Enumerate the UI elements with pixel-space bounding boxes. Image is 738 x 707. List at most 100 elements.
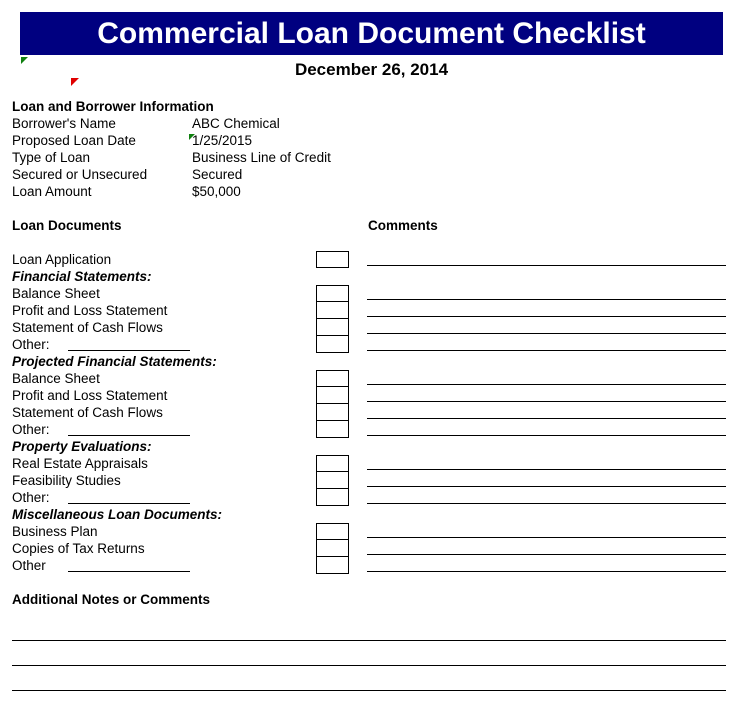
comment-marker-red-icon (71, 78, 79, 86)
loan-documents-heading: Loan Documents (12, 218, 122, 233)
checklist-item-label: Business Plan (12, 524, 98, 539)
checklist-item-label: Profit and Loss Statement (12, 303, 168, 318)
info-label: Proposed Loan Date (12, 133, 136, 148)
checklist-checkbox[interactable] (316, 336, 349, 353)
info-row: Secured or Unsecured Secured (12, 166, 512, 183)
comment-entry-line[interactable] (367, 401, 726, 402)
info-row: Type of Loan Business Line of Credit (12, 149, 512, 166)
checklist-item-label: Other: (12, 337, 50, 352)
comment-entry-line[interactable] (367, 435, 726, 436)
checklist-checkbox[interactable] (316, 472, 349, 489)
additional-notes-heading: Additional Notes or Comments (12, 592, 211, 607)
checklist-item-label: Statement of Cash Flows (12, 405, 163, 420)
checklist-checkbox[interactable] (316, 523, 349, 540)
info-value: ABC Chemical (192, 116, 280, 131)
checklist-checkbox[interactable] (316, 302, 349, 319)
note-entry-line[interactable] (12, 691, 726, 707)
other-fill-in-line[interactable] (68, 435, 190, 436)
checklist-item-label: Feasibility Studies (12, 473, 121, 488)
checklist-row: Balance Sheet (0, 370, 738, 387)
checklist-item-label: Profit and Loss Statement (12, 388, 168, 403)
checklist-checkbox[interactable] (316, 285, 349, 302)
loan-borrower-information: Loan and Borrower Information Borrower's… (12, 98, 512, 200)
info-label: Loan Amount (12, 184, 92, 199)
comment-entry-line[interactable] (367, 418, 726, 419)
checklist-row: Profit and Loss Statement (0, 387, 738, 404)
info-value: Secured (192, 167, 243, 182)
checklist-row: Business Plan (0, 523, 738, 540)
checklist-item-label: Balance Sheet (12, 286, 100, 301)
title-banner: Commercial Loan Document Checklist (20, 12, 723, 55)
checklist-row: Other (0, 557, 738, 574)
checklist-subheading: Property Evaluations: (0, 438, 738, 455)
note-entry-line[interactable] (12, 666, 726, 691)
checklist-checkbox[interactable] (316, 421, 349, 438)
additional-notes-lines (12, 616, 726, 707)
other-fill-in-line[interactable] (68, 503, 190, 504)
checklist-row: Balance Sheet (0, 285, 738, 302)
info-value: 1/25/2015 (192, 133, 253, 148)
checklist-subheading-label: Miscellaneous Loan Documents: (12, 507, 223, 522)
comment-entry-line[interactable] (367, 486, 726, 487)
document-date: December 26, 2014 (294, 60, 449, 79)
checklist-item-label: Loan Application (12, 252, 112, 267)
other-fill-in-line[interactable] (68, 571, 190, 572)
checklist-document: Commercial Loan Document Checklist Decem… (0, 0, 738, 707)
checklist-item-label: Real Estate Appraisals (12, 456, 148, 471)
checklist-checkbox[interactable] (316, 489, 349, 506)
comment-entry-line[interactable] (367, 384, 726, 385)
checklist-checkbox[interactable] (316, 540, 349, 557)
checklist-checkbox[interactable] (316, 404, 349, 421)
comment-entry-line[interactable] (367, 537, 726, 538)
checklist-row: Other: (0, 489, 738, 506)
checklist-checkbox[interactable] (316, 251, 349, 268)
info-value: Business Line of Credit (192, 150, 331, 165)
info-label: Borrower's Name (12, 116, 116, 131)
comment-entry-line[interactable] (367, 469, 726, 470)
comment-entry-line[interactable] (367, 503, 726, 504)
checklist-row: Other: (0, 421, 738, 438)
comment-entry-line[interactable] (367, 571, 726, 572)
comment-entry-line[interactable] (367, 554, 726, 555)
info-value: $50,000 (192, 184, 241, 199)
note-entry-line[interactable] (12, 641, 726, 666)
info-row: Borrower's Name ABC Chemical (12, 115, 512, 132)
checklist-row: Feasibility Studies (0, 472, 738, 489)
checklist-subheading-label: Projected Financial Statements: (12, 354, 217, 369)
checklist-row: Copies of Tax Returns (0, 540, 738, 557)
comment-entry-line[interactable] (367, 265, 726, 266)
checklist-row: Real Estate Appraisals (0, 455, 738, 472)
checklist-checkbox[interactable] (316, 557, 349, 574)
info-label: Type of Loan (12, 150, 91, 165)
comment-entry-line[interactable] (367, 350, 726, 351)
checklist-checkbox[interactable] (316, 455, 349, 472)
checklist-item-label: Statement of Cash Flows (12, 320, 163, 335)
checklist-item-label: Other: (12, 490, 50, 505)
comments-heading: Comments (368, 218, 438, 233)
info-rows: Borrower's Name ABC Chemical Proposed Loan… (12, 115, 512, 200)
comment-entry-line[interactable] (367, 333, 726, 334)
checklist-subheading: Financial Statements: (0, 268, 738, 285)
checklist-checkbox[interactable] (316, 319, 349, 336)
checklist-checkbox[interactable] (316, 387, 349, 404)
checklist-row: Profit and Loss Statement (0, 302, 738, 319)
info-row: Loan Amount $50,000 (12, 183, 512, 200)
comment-marker-green-icon (21, 57, 28, 64)
checklist-checkbox[interactable] (316, 370, 349, 387)
checklist-subheading: Miscellaneous Loan Documents: (0, 506, 738, 523)
other-fill-in-line[interactable] (68, 350, 190, 351)
checklist-row: Statement of Cash Flows (0, 404, 738, 421)
info-section-heading: Loan and Borrower Information (12, 99, 214, 114)
note-entry-line[interactable] (12, 616, 726, 641)
page-title: Commercial Loan Document Checklist (97, 16, 646, 50)
info-label: Secured or Unsecured (12, 167, 148, 182)
checklist-row: Statement of Cash Flows (0, 319, 738, 336)
checklist-subheading-label: Financial Statements: (12, 269, 152, 284)
checklist-item-label: Other (12, 558, 46, 573)
comment-entry-line[interactable] (367, 299, 726, 300)
checklist-item-label: Other: (12, 422, 50, 437)
checklist-row: Other: (0, 336, 738, 353)
comment-entry-line[interactable] (367, 316, 726, 317)
checklist-item-label: Balance Sheet (12, 371, 100, 386)
checklist-subheading: Projected Financial Statements: (0, 353, 738, 370)
